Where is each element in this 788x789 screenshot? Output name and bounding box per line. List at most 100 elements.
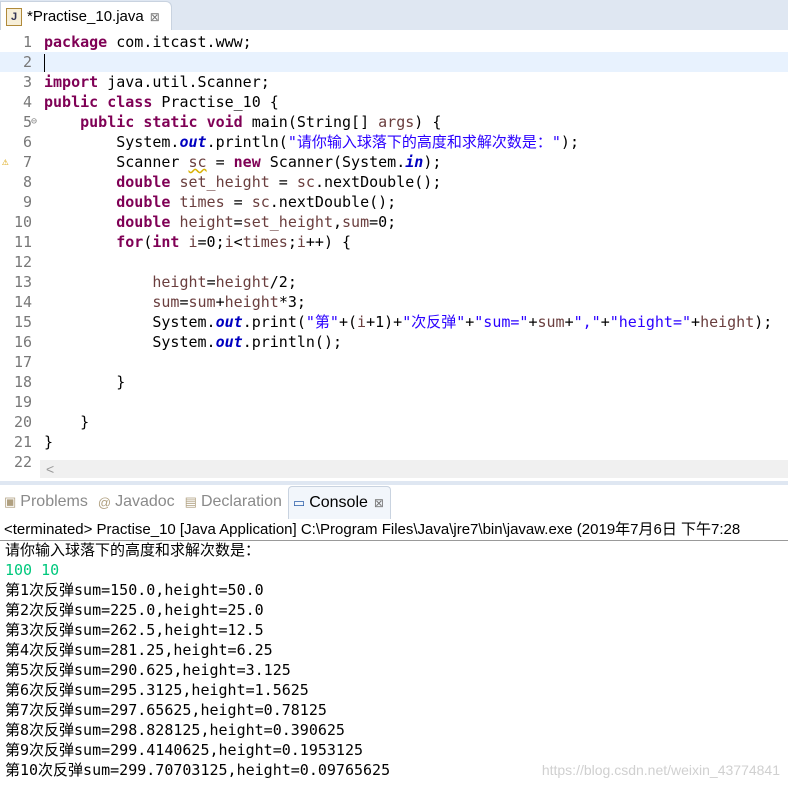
fold-icon[interactable]: ⊖ (31, 112, 37, 132)
console-icon: ▭ (292, 494, 306, 510)
code-token: args (378, 113, 415, 131)
code-token: com.itcast.www; (107, 33, 252, 51)
tab-declaration[interactable]: ▤ Declaration (181, 486, 288, 518)
code-line[interactable]: 20 } (0, 412, 788, 432)
code-token: height (224, 293, 279, 311)
code-text: Scanner sc = new Scanner(System.in); (44, 152, 441, 172)
code-token: "sum=" (474, 313, 529, 331)
code-token: + (465, 313, 475, 331)
line-number: 14 (13, 293, 32, 311)
console-input: 100 10 (5, 561, 60, 579)
code-token: .print( (242, 313, 306, 331)
code-line[interactable]: 10 double height=set_height,sum=0; (0, 212, 788, 232)
code-token: static (143, 113, 198, 131)
code-token: times (179, 193, 225, 211)
tab-console[interactable]: ▭ Console ⊠ (287, 485, 391, 519)
code-line[interactable]: 12 (0, 252, 788, 272)
code-line[interactable]: 16 System.out.println(); (0, 332, 788, 352)
close-icon[interactable]: ⊠ (150, 10, 160, 24)
line-number: 5 (22, 113, 32, 131)
code-token: ++) { (305, 233, 352, 251)
code-line[interactable]: 3 import java.util.Scanner; (0, 72, 788, 92)
code-token: "," (573, 313, 601, 331)
text-cursor (44, 53, 45, 72)
warning-icon[interactable]: ⚠ (2, 152, 9, 172)
code-token: Practise_10 { (152, 93, 279, 111)
code-token: = (233, 213, 243, 231)
code-line[interactable]: 6 System.out.println("请你输入球落下的高度和求解次数是："… (0, 132, 788, 152)
code-line[interactable]: 15 System.out.print("第"+(i+1)+"次反弹"+"sum… (0, 312, 788, 332)
console-output-line: 第6次反弹sum=295.3125,height=1.5625 (5, 681, 309, 699)
close-icon[interactable]: ⊠ (374, 496, 384, 510)
code-token: .nextDouble(); (269, 193, 397, 211)
code-line[interactable]: 13 height=height/2; (0, 272, 788, 292)
code-editor[interactable]: 1 package com.itcast.www; 2 3 import java.ut… (0, 30, 788, 471)
code-line[interactable]: 14 sum=sum+height*3; (0, 292, 788, 312)
console-output-line: 第3次反弹sum=262.5,height=12.5 (5, 621, 264, 639)
code-text: } (44, 432, 53, 452)
code-line[interactable]: 1 package com.itcast.www; (0, 32, 788, 52)
code-text: height=height/2; (44, 272, 297, 292)
code-text: import java.util.Scanner; (44, 72, 270, 92)
code-token: System. (44, 133, 180, 151)
code-line[interactable]: 18 } (0, 372, 788, 392)
tab-label: Console (309, 493, 368, 511)
code-token: + (215, 293, 225, 311)
code-token: double (116, 213, 171, 231)
console-output-line: 第2次反弹sum=225.0,height=25.0 (5, 601, 264, 619)
editor-tab-title: *Practise_10.java (27, 8, 144, 25)
code-token: out (215, 313, 243, 331)
code-text: System.out.println(); (44, 332, 342, 352)
code-token: ); (423, 153, 442, 171)
line-number: 4 (22, 93, 32, 111)
tab-label: Declaration (200, 493, 282, 510)
code-line[interactable]: 21} (0, 432, 788, 452)
code-token: sum (152, 293, 180, 311)
code-line[interactable]: 4 public class Practise_10 { (0, 92, 788, 112)
console-output-line: 第1次反弹sum=150.0,height=50.0 (5, 581, 264, 599)
tab-problems[interactable]: ▣ Problems (0, 486, 94, 518)
code-text: double height=set_height,sum=0; (44, 212, 396, 232)
console-output-line: 第9次反弹sum=299.4140625,height=0.1953125 (5, 741, 364, 759)
code-token: } (44, 413, 90, 431)
code-token: height (179, 213, 234, 231)
code-token: public (44, 93, 99, 111)
line-number: 21 (13, 433, 32, 451)
code-line[interactable]: 2 (0, 52, 788, 72)
code-token: } (44, 433, 54, 451)
code-token: java.util.Scanner; (98, 73, 270, 91)
code-token: package (44, 33, 108, 51)
code-token: .println( (206, 133, 288, 151)
code-token: for (116, 233, 144, 251)
code-text: double times = sc.nextDouble(); (44, 192, 396, 212)
code-token: times (242, 233, 288, 251)
code-line[interactable]: 7 Scanner sc = new Scanner(System.in); ⚠ (0, 152, 788, 172)
code-text: for(int i=0;i<times;i++) { (44, 232, 351, 252)
console-output-line: 第5次反弹sum=290.625,height=3.125 (5, 661, 291, 679)
line-number: 19 (13, 393, 32, 411)
code-line[interactable]: 8 double set_height = sc.nextDouble(); (0, 172, 788, 192)
code-token: Scanner (44, 153, 189, 171)
horizontal-scrollbar[interactable]: < (40, 460, 788, 478)
code-line[interactable]: 11 for(int i=0;i<times;i++) { (0, 232, 788, 252)
editor-tab[interactable]: J *Practise_10.java ⊠ (0, 1, 172, 31)
tab-javadoc[interactable]: @ Javadoc (94, 486, 181, 518)
code-token: +1)+ (366, 313, 403, 331)
scroll-left-icon[interactable]: < (46, 461, 54, 477)
code-token: ) { (414, 113, 442, 131)
code-line[interactable]: 19 (0, 392, 788, 412)
code-token: =0; (369, 213, 397, 231)
code-line[interactable]: 9 double times = sc.nextDouble(); (0, 192, 788, 212)
code-line[interactable]: 5 public static void main(String[] args)… (0, 112, 788, 132)
code-line[interactable]: 17 (0, 352, 788, 372)
code-token: sc (188, 153, 207, 171)
divider (0, 481, 788, 485)
code-token: "请你输入球落下的高度和求解次数是：" (287, 133, 561, 151)
